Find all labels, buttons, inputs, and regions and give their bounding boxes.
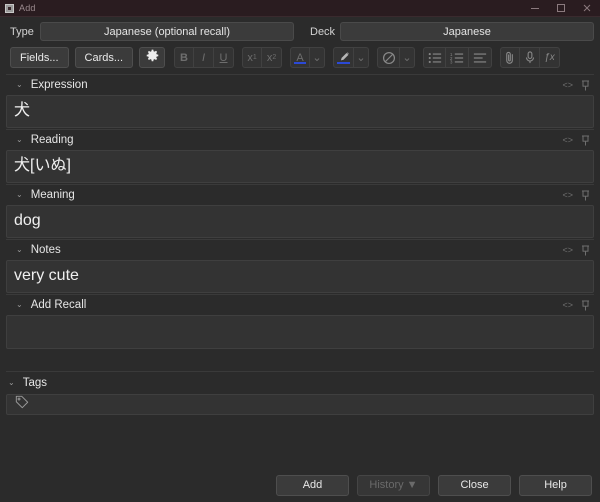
paperclip-icon [504,51,516,64]
window-title: Add [19,3,36,13]
chevron-down-icon: ⌄ [402,52,412,64]
field-label: Notes [30,244,61,256]
highlight-dropdown[interactable]: ⌄ [354,47,370,68]
media-group: ƒx [500,47,561,68]
italic-button[interactable]: I [194,47,215,68]
field-label: Expression [30,79,88,91]
tags-input[interactable] [6,394,594,415]
field-header-add-recall[interactable]: ⌄ Add Recall <> [6,294,594,315]
fields-container: ⌄ Expression <> 犬 ⌄ Reading <> 犬[いぬ] ⌄ M… [0,74,600,349]
italic-label: I [202,51,206,64]
bold-label: B [180,51,188,64]
add-button[interactable]: Add [276,474,349,496]
chevron-down-icon[interactable]: ⌄ [16,136,23,144]
pin-icon[interactable] [581,135,590,146]
microphone-icon [524,51,536,64]
bold-button[interactable]: B [174,47,195,68]
maximize-button[interactable] [548,0,574,17]
dialog-button-bar: Add History ▼ Close Help [0,468,600,502]
field-label: Reading [30,134,74,146]
chevron-down-icon[interactable]: ⌄ [8,379,15,387]
editor-toolbar: Fields... Cards... B I U x1 x2 A ⌄ ⌄ ⌄ 1… [0,45,600,74]
notetype-deck-row: Type Japanese (optional recall) Deck Jap… [0,17,600,45]
title-bar: Add [0,0,600,17]
record-audio-button[interactable] [520,47,541,68]
app-icon [5,3,14,13]
pin-icon[interactable] [581,300,590,311]
svg-text:3: 3 [450,59,453,63]
field-header-meaning[interactable]: ⌄ Meaning <> [6,184,594,205]
html-editor-toggle[interactable]: <> [562,190,573,200]
field-header-reading[interactable]: ⌄ Reading <> [6,129,594,150]
chevron-down-icon: ⌄ [312,52,322,64]
pin-icon[interactable] [581,80,590,91]
gear-icon [146,49,159,67]
unordered-list-icon [428,52,442,64]
chevron-down-icon[interactable]: ⌄ [16,246,23,254]
bullet-list-button[interactable] [423,47,447,68]
highlight-color-swatch [337,62,351,64]
field-input-reading[interactable]: 犬[いぬ] [6,150,594,183]
underline-button[interactable]: U [214,47,235,68]
subscript-mark: 2 [272,54,277,61]
underline-label: U [219,51,228,64]
pin-icon[interactable] [581,190,590,201]
tag-icon [15,395,29,414]
list-group: 1 2 3 [423,47,493,68]
chevron-down-icon[interactable]: ⌄ [16,301,23,309]
field-input-add-recall[interactable] [6,315,594,349]
html-editor-toggle[interactable]: <> [562,245,573,255]
equation-icon: ƒx [544,52,555,63]
text-color-button[interactable]: A [290,47,311,68]
field-label: Add Recall [30,299,87,311]
field-input-meaning[interactable]: dog [6,205,594,238]
remove-formatting-button[interactable] [377,47,401,68]
attach-media-button[interactable] [500,47,521,68]
minimize-button[interactable] [522,0,548,17]
text-style-group: B I U [174,47,235,68]
html-editor-toggle[interactable]: <> [562,80,573,90]
close-button[interactable]: Close [438,474,511,496]
history-button[interactable]: History ▼ [357,474,430,496]
field-header-notes[interactable]: ⌄ Notes <> [6,239,594,260]
remove-formatting-dropdown[interactable]: ⌄ [400,47,416,68]
superscript-button[interactable]: x1 [242,47,263,68]
text-color-group: A ⌄ [290,47,326,68]
pin-icon[interactable] [581,245,590,256]
help-button[interactable]: Help [519,474,592,496]
field-header-expression[interactable]: ⌄ Expression <> [6,74,594,95]
type-label: Type [10,25,34,38]
field-input-notes[interactable]: very cute [6,260,594,293]
tags-label: Tags [22,377,47,389]
tags-header[interactable]: ⌄ Tags [0,372,600,394]
clear-format-group: ⌄ [377,47,416,68]
field-label: Meaning [30,189,75,201]
subscript-button[interactable]: x2 [262,47,283,68]
html-editor-toggle[interactable]: <> [562,300,573,310]
text-color-swatch [294,62,307,64]
script-group: x1 x2 [242,47,283,68]
eraser-icon [382,51,396,65]
text-align-button[interactable] [469,47,493,68]
ordered-list-icon: 1 2 3 [450,52,464,64]
highlight-group: ⌄ [333,47,370,68]
fields-button[interactable]: Fields... [10,47,69,68]
close-window-button[interactable] [574,0,600,17]
field-input-expression[interactable]: 犬 [6,95,594,128]
html-editor-toggle[interactable]: <> [562,135,573,145]
deck-label: Deck [310,25,336,38]
settings-button[interactable] [139,47,166,68]
chevron-down-icon[interactable]: ⌄ [16,191,23,199]
notetype-selector[interactable]: Japanese (optional recall) [40,22,294,41]
highlight-button[interactable] [333,47,355,68]
cards-button[interactable]: Cards... [74,47,134,68]
numbered-list-button[interactable]: 1 2 3 [446,47,470,68]
chevron-down-icon[interactable]: ⌄ [16,81,23,89]
equation-button[interactable]: ƒx [540,47,561,68]
text-color-dropdown[interactable]: ⌄ [310,47,326,68]
superscript-mark: 1 [252,54,257,61]
deck-selector[interactable]: Japanese [340,22,594,41]
text-align-icon [473,52,487,64]
chevron-down-icon: ⌄ [356,52,366,64]
